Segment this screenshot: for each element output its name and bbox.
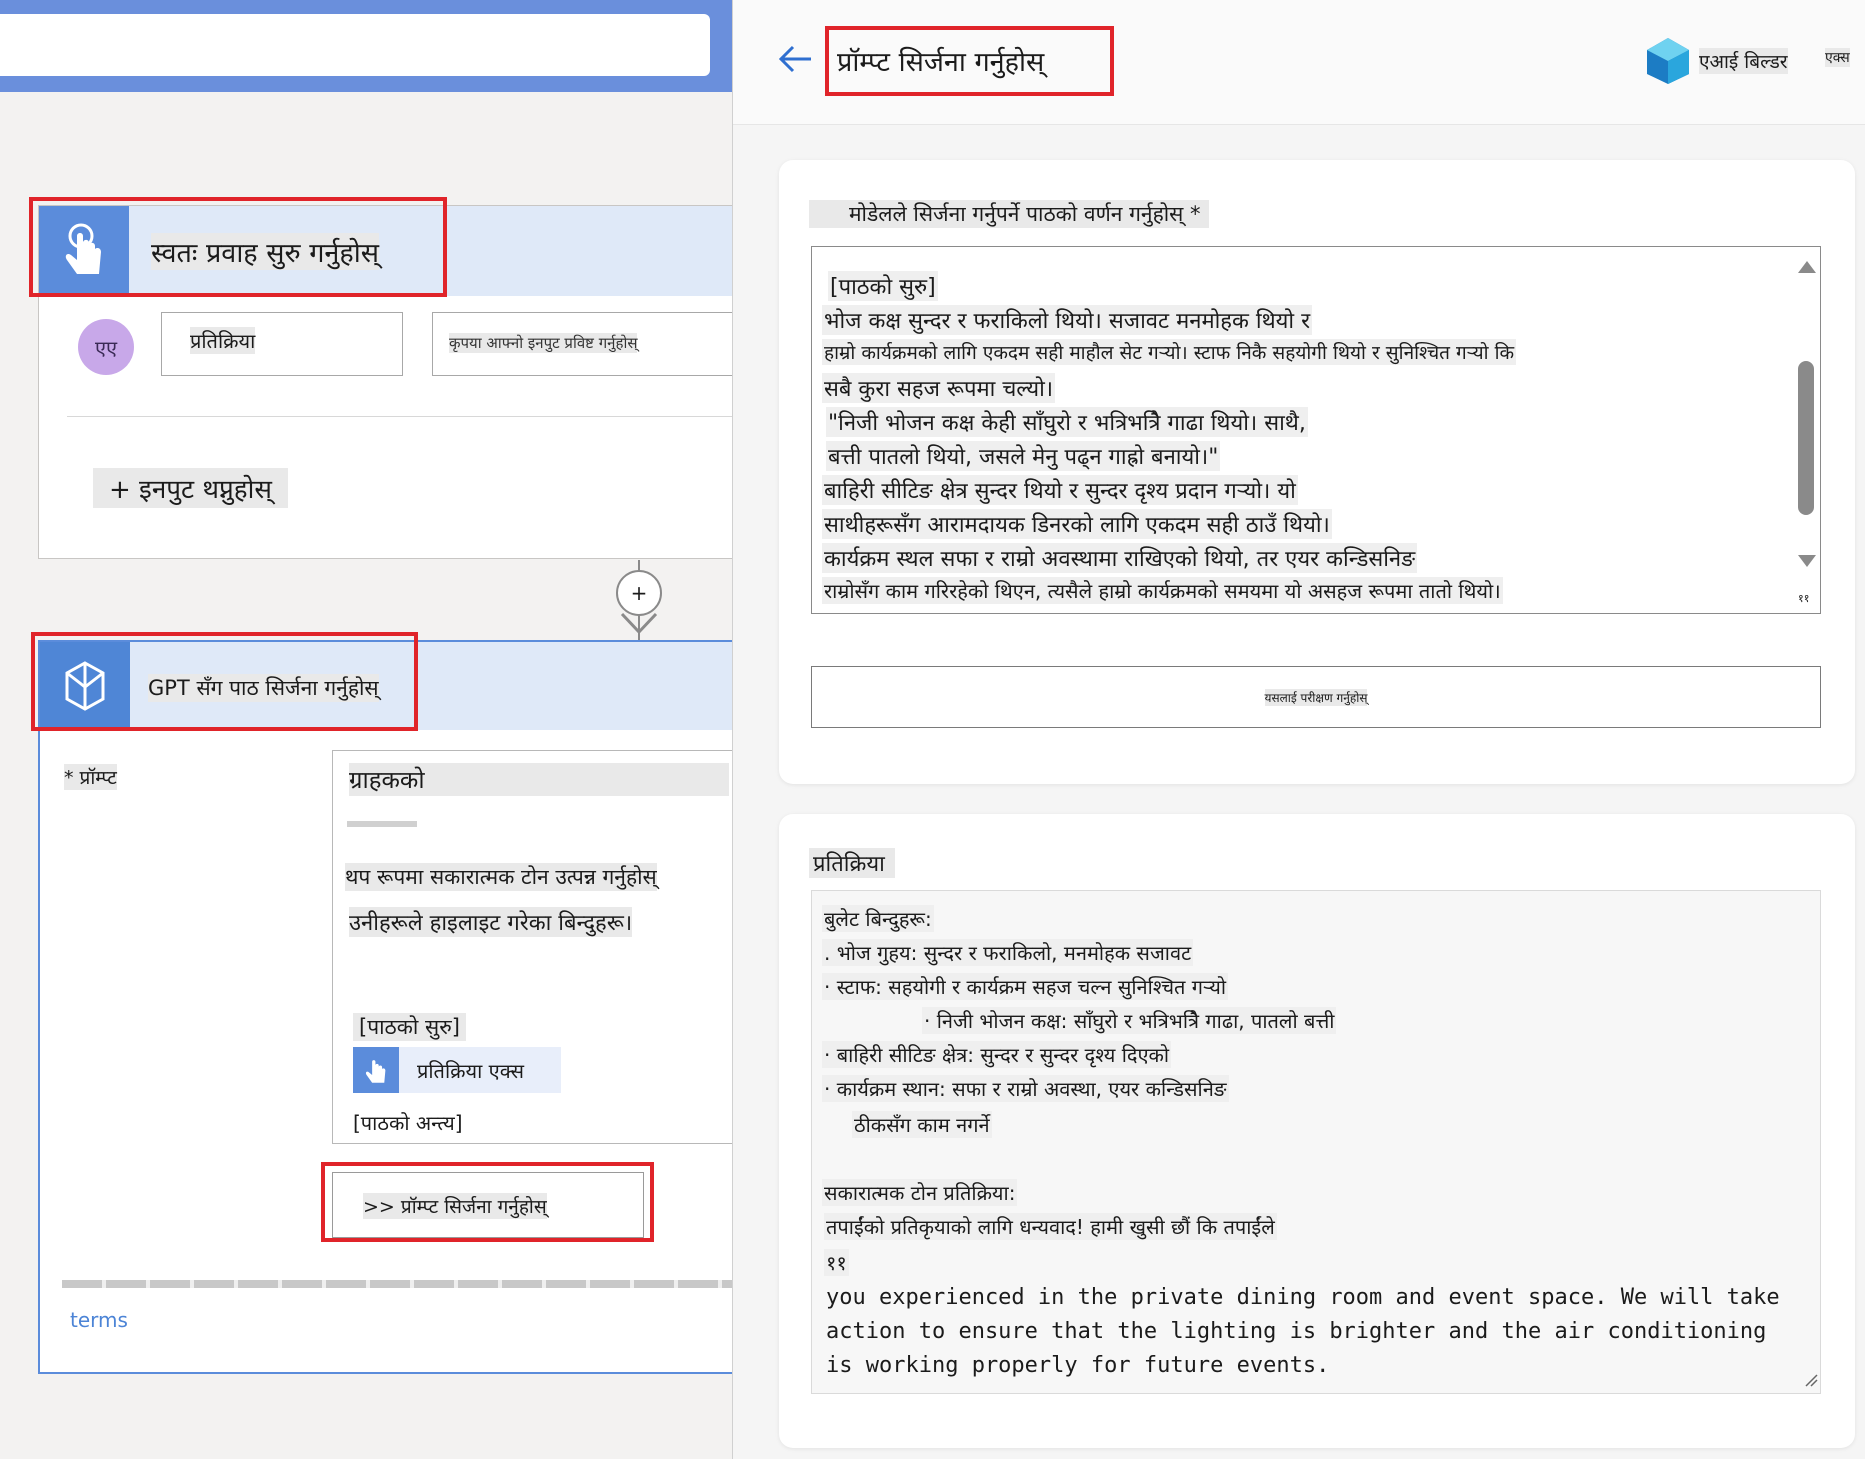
response-text-line: · स्टाफ: सहयोगी र कार्यक्रम सहज चल्न सुन…	[822, 973, 1228, 1000]
terms-link[interactable]: terms	[70, 1308, 128, 1332]
response-text-line: ११	[824, 1249, 849, 1276]
response-section: प्रतिक्रिया बुलेट बिन्दुहरू: . भोज गुहय: …	[779, 814, 1855, 1448]
arrow-down-icon	[618, 608, 660, 642]
panel-header: प्रॉम्प्ट सिर्जना गर्नुहोस् एआई बिल्डर ए…	[733, 0, 1865, 125]
response-output: बुलेट बिन्दुहरू: . भोज गुहय: सुन्दर र फरा…	[811, 890, 1821, 1394]
prompt-text-line: बत्ती पातलो थियो, जसले मेनु पढ्न गाह्रो …	[826, 441, 1221, 471]
response-text-line: · निजी भोजन कक्ष: साँघुरो र भत्रिभत्रिै …	[922, 1007, 1337, 1034]
input-placeholder-text: कृपया आफ्नो इनपुट प्रविष्ट गर्नुहोस्	[449, 333, 638, 353]
scroll-up-icon[interactable]	[1798, 261, 1816, 273]
prompt-text-line: साथीहरूसँग आरामदायक डिनरको लागि एकदम सही…	[822, 509, 1332, 539]
prompt-text-line: बाहिरी सीटिङ क्षेत्र सुन्दर थियो र सुन्द…	[822, 475, 1298, 505]
token-label: प्रतिक्रिया एक्स	[417, 1059, 524, 1083]
response-text-line: तपाईंको प्रतिकृयाको लागि धन्यवाद! हामी ख…	[824, 1213, 1277, 1240]
prompt-small-line	[347, 821, 417, 827]
scroll-down-icon[interactable]	[1798, 555, 1816, 567]
resize-handle-icon[interactable]	[1804, 1372, 1818, 1391]
response-text-line: · बाहिरी सीटिङ क्षेत्र: सुन्दर र सुन्दर …	[822, 1041, 1172, 1068]
response-text-line: सकारात्मक टोन प्रतिक्रिया:	[822, 1179, 1018, 1206]
prompt-text-line: [पाठको सुरु]	[828, 271, 938, 301]
scrollbar[interactable]: ११	[1790, 247, 1820, 613]
input-placeholder-field[interactable]: कृपया आफ्नो इनपुट प्रविष्ट गर्नुहोस्	[432, 312, 732, 376]
prompt-editor[interactable]: ग्राहकको थप रूपमा सकारात्मक टोन उत्पन्न …	[332, 750, 732, 1144]
prompt-text-line: हाम्रो कार्यक्रमको लागि एकदम सही माहौल स…	[822, 339, 1517, 365]
test-button[interactable]: यसलाई परीक्षण गर्नुहोस्	[811, 666, 1821, 728]
prompt-text-line: सबै कुरा सहज रूपमा चल्यो।	[822, 373, 1056, 403]
ai-builder-logo-icon	[1643, 36, 1693, 90]
panel-title-highlight	[825, 26, 1114, 96]
prompt-text-line: भोज कक्ष सुन्दर र फराकिलो थियो। सजावट मन…	[822, 305, 1313, 335]
response-english: you experienced in the private dining ro…	[826, 1285, 1780, 1378]
gpt-card-highlight	[31, 632, 418, 731]
prompt-line: उनीहरूले हाइलाइट गरेका बिन्दुहरू।	[349, 907, 633, 937]
brand-name: एआई बिल्डर	[1699, 48, 1788, 74]
prompt-text-line: "निजी भोजन कक्ष केही साँघुरो र भत्रिभत्र…	[826, 407, 1308, 437]
add-input-button[interactable]: + इनपुट थप्नुहोस्	[93, 468, 288, 508]
scroll-thumb[interactable]	[1798, 361, 1814, 515]
response-text-line: बुलेट बिन्दुहरू:	[822, 905, 934, 932]
prompt-textarea[interactable]: [पाठको सुरु] भोज कक्ष सुन्दर र फराकिलो थि…	[811, 246, 1821, 614]
avatar: एए	[78, 319, 134, 375]
top-bar	[0, 0, 732, 92]
flow-name-field[interactable]	[0, 14, 710, 76]
response-text-line: · कार्यक्रम स्थान: सफा र राम्रो अवस्था, …	[822, 1075, 1229, 1102]
response-label: प्रतिक्रिया	[809, 848, 895, 878]
input-name-field[interactable]: प्रतिक्रिया	[161, 312, 403, 376]
prompt-section: मोडेलले सिर्जना गर्नुपर्ने पाठको वर्णन ग…	[779, 160, 1855, 784]
flow-canvas: स्वतः प्रवाह सुरु गर्नुहोस् एए प्रतिक्रि…	[0, 0, 732, 1459]
prompt-line: ग्राहकको	[349, 763, 729, 796]
touch-icon	[353, 1047, 399, 1093]
text-end-marker: [पाठको अन्त्य]	[353, 1111, 463, 1135]
gpt-card: GPT सँग पाठ सिर्जना गर्नुहोस् * प्रॉम्प्…	[38, 640, 732, 1374]
test-button-label: यसलाई परीक्षण गर्नुहोस्	[1264, 688, 1368, 706]
text-start-marker: [पाठको सुरु]	[353, 1013, 466, 1041]
close-button[interactable]: एक्स	[1825, 48, 1850, 67]
trigger-highlight	[29, 197, 447, 297]
prompt-line: थप रूपमा सकारात्मक टोन उत्पन्न गर्नुहोस्	[345, 863, 657, 891]
prompt-label: * प्रॉम्प्ट	[64, 764, 117, 790]
prompt-text-line: कार्यक्रम स्थल सफा र राम्रो अवस्थामा राख…	[822, 543, 1418, 573]
describe-label: मोडेलले सिर्जना गर्नुपर्ने पाठको वर्णन ग…	[809, 200, 1209, 228]
input-name-value: प्रतिक्रिया	[190, 327, 256, 354]
create-prompt-panel: प्रॉम्प्ट सिर्जना गर्नुहोस् एआई बिल्डर ए…	[732, 0, 1865, 1459]
scroll-counter: ११	[1798, 592, 1810, 605]
dynamic-token[interactable]: प्रतिक्रिया एक्स	[353, 1047, 561, 1093]
divider	[67, 416, 732, 417]
response-text-line: . भोज गुहय: सुन्दर र फराकिलो, मनमोहक सजा…	[822, 939, 1194, 966]
disclaimer-line	[62, 1280, 732, 1288]
prompt-text-line: राम्रोसँग काम गरिरहेको थिएन, त्यसैले हाम…	[822, 577, 1503, 604]
response-text-line: ठीकसँग काम नगर्ने	[852, 1111, 992, 1138]
back-arrow-icon[interactable]	[777, 44, 813, 78]
create-prompt-highlight	[321, 1162, 654, 1242]
